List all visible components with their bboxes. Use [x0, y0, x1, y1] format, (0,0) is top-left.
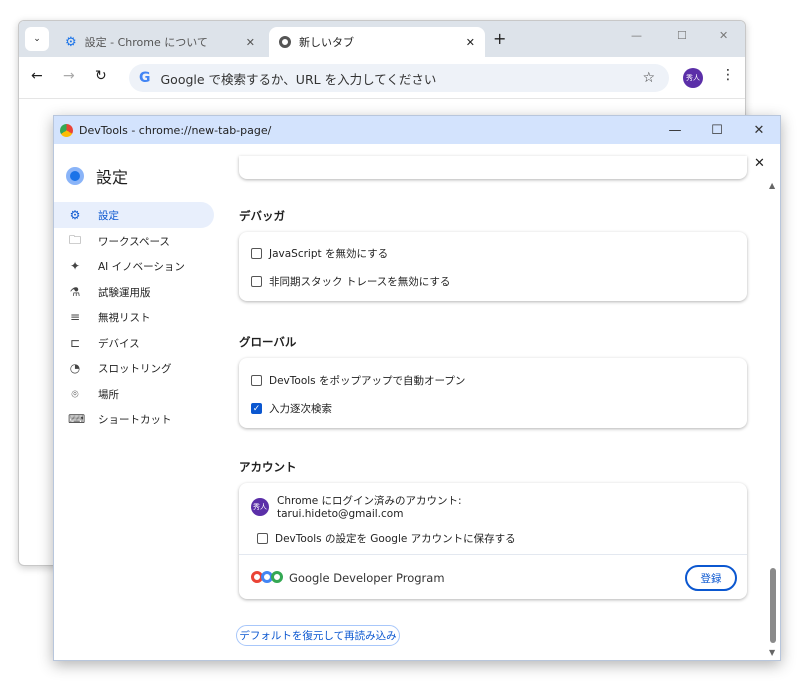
section-title-account: アカウント [239, 459, 297, 475]
location-pin-icon: ⌾ [68, 387, 82, 402]
tab-strip: ⌄ ⚙ 設定 - Chrome について ✕ 新しいタブ ✕ + — ☐ ✕ [19, 21, 746, 57]
google-icon: G [139, 70, 151, 86]
divider [239, 554, 747, 555]
account-email: tarui.hideto@gmail.com [277, 508, 403, 520]
devices-icon: ⊏ [68, 336, 82, 350]
sparkle-icon: ✦ [68, 259, 82, 273]
close-settings-button[interactable]: ✕ [754, 156, 765, 171]
sidebar-item-locations[interactable]: ⌾場所 [54, 381, 214, 407]
gear-icon: ⚙ [68, 208, 82, 222]
devtools-window: DevTools - chrome://new-tab-page/ — ☐ ✕ … [53, 115, 781, 661]
gdp-label: Google Developer Program [289, 571, 445, 585]
sidebar-item-throttling[interactable]: ◔スロットリング [54, 355, 214, 381]
scrollbar[interactable]: ▲ ▼ [766, 181, 780, 661]
auto-open-popup-checkbox[interactable]: DevTools をポップアップで自動オープン [251, 373, 465, 388]
toolbar: ← → ↻ G Google で検索するか、URL を入力してください ☆ 秀人… [19, 57, 746, 99]
bookmark-star-icon[interactable]: ☆ [642, 70, 655, 86]
flask-icon: ⚗ [68, 285, 82, 299]
search-as-you-type-checkbox[interactable]: ✓入力逐次検索 [251, 401, 332, 416]
scrollbar-thumb[interactable] [770, 568, 776, 643]
debugger-card: JavaScript を無効にする 非同期スタック トレースを無効にする [239, 232, 747, 301]
close-tab-icon[interactable]: ✕ [466, 36, 475, 49]
disable-javascript-checkbox[interactable]: JavaScript を無効にする [251, 246, 388, 261]
scroll-up-arrow[interactable]: ▲ [769, 181, 775, 190]
maximize-button[interactable]: ☐ [677, 29, 687, 42]
maximize-button[interactable]: ☐ [696, 116, 738, 144]
close-window-button[interactable]: ✕ [738, 116, 780, 144]
chrome-logo-icon [60, 124, 73, 137]
ignore-list-icon: ≡ [68, 310, 82, 324]
register-button[interactable]: 登録 [685, 565, 737, 591]
close-tab-icon[interactable]: ✕ [246, 36, 255, 49]
sidebar-item-ignore-list[interactable]: ≡無視リスト [54, 304, 214, 330]
reload-button[interactable]: ↻ [95, 68, 107, 84]
forward-button[interactable]: → [63, 68, 75, 84]
profile-avatar[interactable]: 秀人 [683, 68, 703, 88]
sidebar-item-devices[interactable]: ⊏デバイス [54, 330, 214, 356]
sidebar-item-workspace[interactable]: 🗀ワークスペース [54, 228, 214, 254]
tab-search-button[interactable]: ⌄ [25, 27, 49, 51]
gear-icon: ⚙ [65, 35, 77, 50]
section-title-global: グローバル [239, 334, 296, 350]
sidebar-item-experiments[interactable]: ⚗試験運用版 [54, 279, 214, 305]
folder-icon: 🗀 [68, 231, 82, 252]
close-window-button[interactable]: ✕ [719, 29, 728, 42]
sidebar-item-shortcuts[interactable]: ⌨ショートカット [54, 406, 214, 432]
chrome-icon [279, 36, 291, 48]
tab-settings[interactable]: ⚙ 設定 - Chrome について ✕ [55, 27, 265, 57]
minimize-button[interactable]: — [631, 29, 642, 42]
omnibox[interactable]: G Google で検索するか、URL を入力してください ☆ [129, 64, 669, 92]
signed-in-label: Chrome にログイン済みのアカウント: [277, 493, 462, 508]
account-card: 秀人 Chrome にログイン済みのアカウント: tarui.hideto@gm… [239, 483, 747, 599]
sidebar-item-settings[interactable]: ⚙設定 [54, 202, 214, 228]
sync-settings-checkbox[interactable]: DevTools の設定を Google アカウントに保存する [257, 531, 516, 546]
menu-icon[interactable]: ⋮ [721, 67, 735, 83]
account-avatar: 秀人 [251, 498, 269, 516]
gdp-logo-icon [251, 571, 283, 583]
settings-heading: 設定 [66, 164, 128, 188]
section-title-debugger: デバッガ [239, 208, 285, 224]
keyboard-icon: ⌨ [68, 412, 82, 426]
sidebar-item-ai[interactable]: ✦AI イノベーション [54, 253, 214, 279]
scroll-down-arrow[interactable]: ▼ [769, 648, 775, 657]
new-tab-button[interactable]: + [493, 29, 506, 48]
disable-async-stack-checkbox[interactable]: 非同期スタック トレースを無効にする [251, 274, 450, 289]
devtools-logo-icon [66, 167, 84, 185]
gauge-icon: ◔ [68, 361, 82, 375]
tab-new-tab[interactable]: 新しいタブ ✕ [269, 27, 485, 57]
minimize-button[interactable]: — [654, 116, 696, 144]
global-card: DevTools をポップアップで自動オープン ✓入力逐次検索 [239, 358, 747, 428]
restore-defaults-button[interactable]: デフォルトを復元して再読み込み [236, 625, 400, 646]
previous-card [239, 156, 747, 179]
back-button[interactable]: ← [31, 68, 43, 84]
